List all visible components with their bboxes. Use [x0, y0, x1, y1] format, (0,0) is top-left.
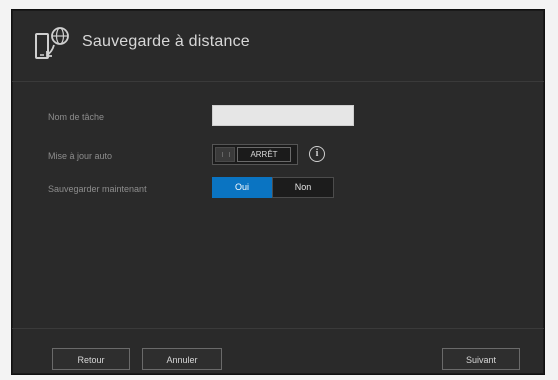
task-name-input[interactable] [212, 105, 354, 126]
backup-now-no-option[interactable]: Non [272, 177, 334, 198]
phone-globe-icon [34, 26, 74, 62]
remote-backup-dialog: Sauvegarde à distance Nom de tâche Mise … [11, 9, 545, 375]
next-button[interactable]: Suivant [442, 348, 520, 370]
footer-divider [12, 328, 544, 329]
auto-update-label: Mise à jour auto [48, 151, 113, 161]
backup-now-yes-option[interactable]: Oui [212, 177, 272, 198]
toggle-knob [215, 147, 235, 162]
toggle-state-text: ARRÊT [237, 147, 291, 162]
auto-update-toggle[interactable]: ARRÊT [212, 144, 298, 165]
cancel-button[interactable]: Annuler [142, 348, 222, 370]
back-button[interactable]: Retour [52, 348, 130, 370]
info-icon[interactable]: i [309, 146, 325, 162]
task-name-label: Nom de tâche [48, 112, 105, 122]
backup-now-label: Sauvegarder maintenant [48, 184, 147, 194]
dialog-header: Sauvegarde à distance [12, 10, 544, 82]
page-title: Sauvegarde à distance [82, 33, 250, 50]
